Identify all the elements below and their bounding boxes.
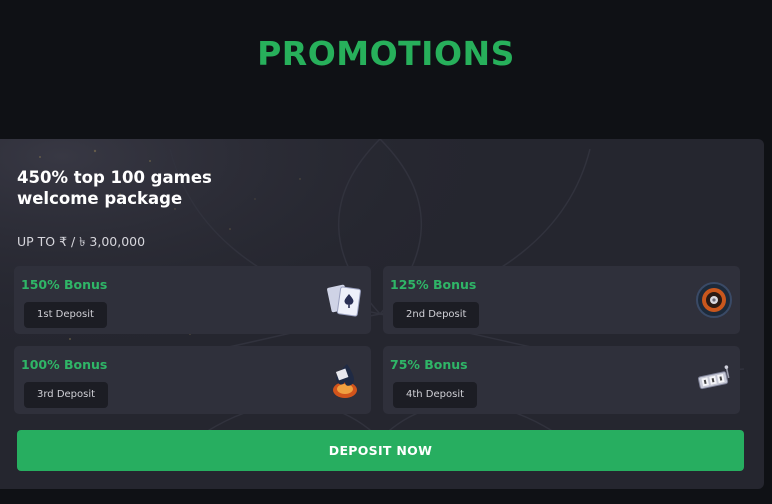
- deposit-label: 3rd Deposit: [24, 382, 109, 408]
- promo-headline: 450% top 100 games welcome package: [17, 168, 212, 208]
- page-title: PROMOTIONS: [257, 34, 515, 73]
- deposit-now-button[interactable]: DEPOSIT NOW: [17, 430, 744, 471]
- bonus-tile-2[interactable]: 125% Bonus 2nd Deposit: [383, 266, 740, 334]
- bonus-percentage: 125% Bonus: [390, 277, 477, 292]
- bonus-tile-3[interactable]: 100% Bonus 3rd Deposit: [14, 346, 371, 414]
- bonus-percentage: 150% Bonus: [21, 277, 108, 292]
- bonus-tile-1[interactable]: 150% Bonus 1st Deposit: [14, 266, 371, 334]
- roulette-wheel-icon: [696, 282, 732, 318]
- slot-machine-icon: [697, 365, 730, 390]
- bonus-percentage: 100% Bonus: [21, 357, 108, 372]
- welcome-package-card: 450% top 100 games welcome package UP TO…: [0, 139, 764, 489]
- promotions-page: PROMOTIONS 450% top 100 games welcome pa…: [0, 0, 772, 504]
- deposit-label: 4th Deposit: [393, 382, 478, 408]
- bonus-percentage: 75% Bonus: [390, 357, 468, 372]
- deposit-label: 2nd Deposit: [393, 302, 480, 328]
- deposit-label: 1st Deposit: [24, 302, 107, 328]
- promo-max-amount: UP TO ₹ / ৳ 3,00,000: [17, 234, 146, 249]
- bonus-tile-4[interactable]: 75% Bonus 4th Deposit: [383, 346, 740, 414]
- spade-flame-icon: [333, 364, 357, 398]
- playing-cards-icon: [327, 284, 361, 317]
